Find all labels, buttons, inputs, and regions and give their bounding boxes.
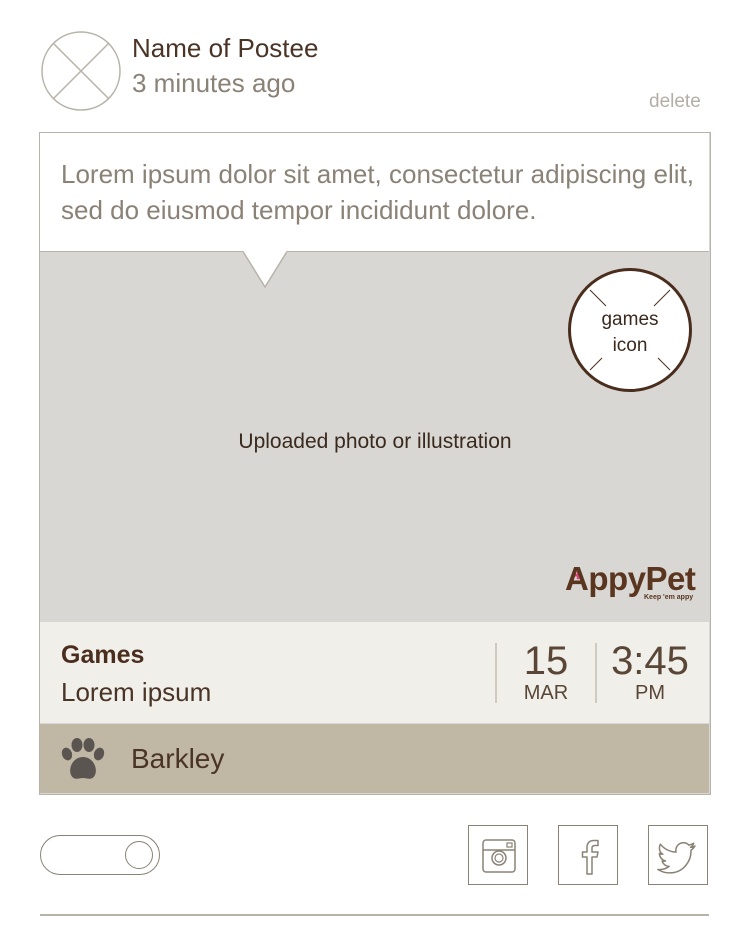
avatar-placeholder[interactable]: [41, 31, 121, 111]
games-icon-label-line2: icon: [612, 335, 648, 356]
date-month: MAR: [523, 682, 569, 704]
share-toggle-knob[interactable]: [125, 841, 153, 869]
pet-name[interactable]: Barkley: [131, 743, 224, 775]
post-timestamp: 3 minutes ago: [132, 68, 296, 98]
poster-name[interactable]: Name of Postee: [132, 33, 318, 64]
appypet-logo-tagline: Keep 'em appy: [644, 594, 694, 601]
time-ampm: PM: [635, 682, 665, 704]
speech-bubble-pointer: [243, 251, 287, 289]
category-title: Games: [61, 641, 145, 669]
instagram-share-button[interactable]: [468, 825, 528, 885]
twitter-icon: [657, 842, 696, 874]
paw-icon: [61, 738, 105, 779]
divider: [595, 643, 597, 703]
twitter-share-button[interactable]: [648, 825, 708, 885]
instagram-icon: [482, 839, 516, 873]
category-subtitle: Lorem ipsum: [61, 677, 212, 707]
games-icon-label-line1: games: [601, 309, 659, 330]
games-icon-label: games icon: [568, 307, 692, 359]
photo-placeholder-label: Uploaded photo or illustration: [238, 430, 512, 453]
bottom-divider: [40, 914, 709, 916]
date-day: 15: [523, 639, 569, 683]
facebook-share-button[interactable]: [558, 825, 618, 885]
appypet-logo-text: AppyPet: [565, 560, 696, 597]
time-value: 3:45: [611, 639, 689, 683]
delete-link[interactable]: delete: [649, 91, 701, 113]
facebook-icon: [581, 839, 599, 875]
post-caption: Lorem ipsum dolor sit amet, consectetur …: [61, 159, 694, 225]
